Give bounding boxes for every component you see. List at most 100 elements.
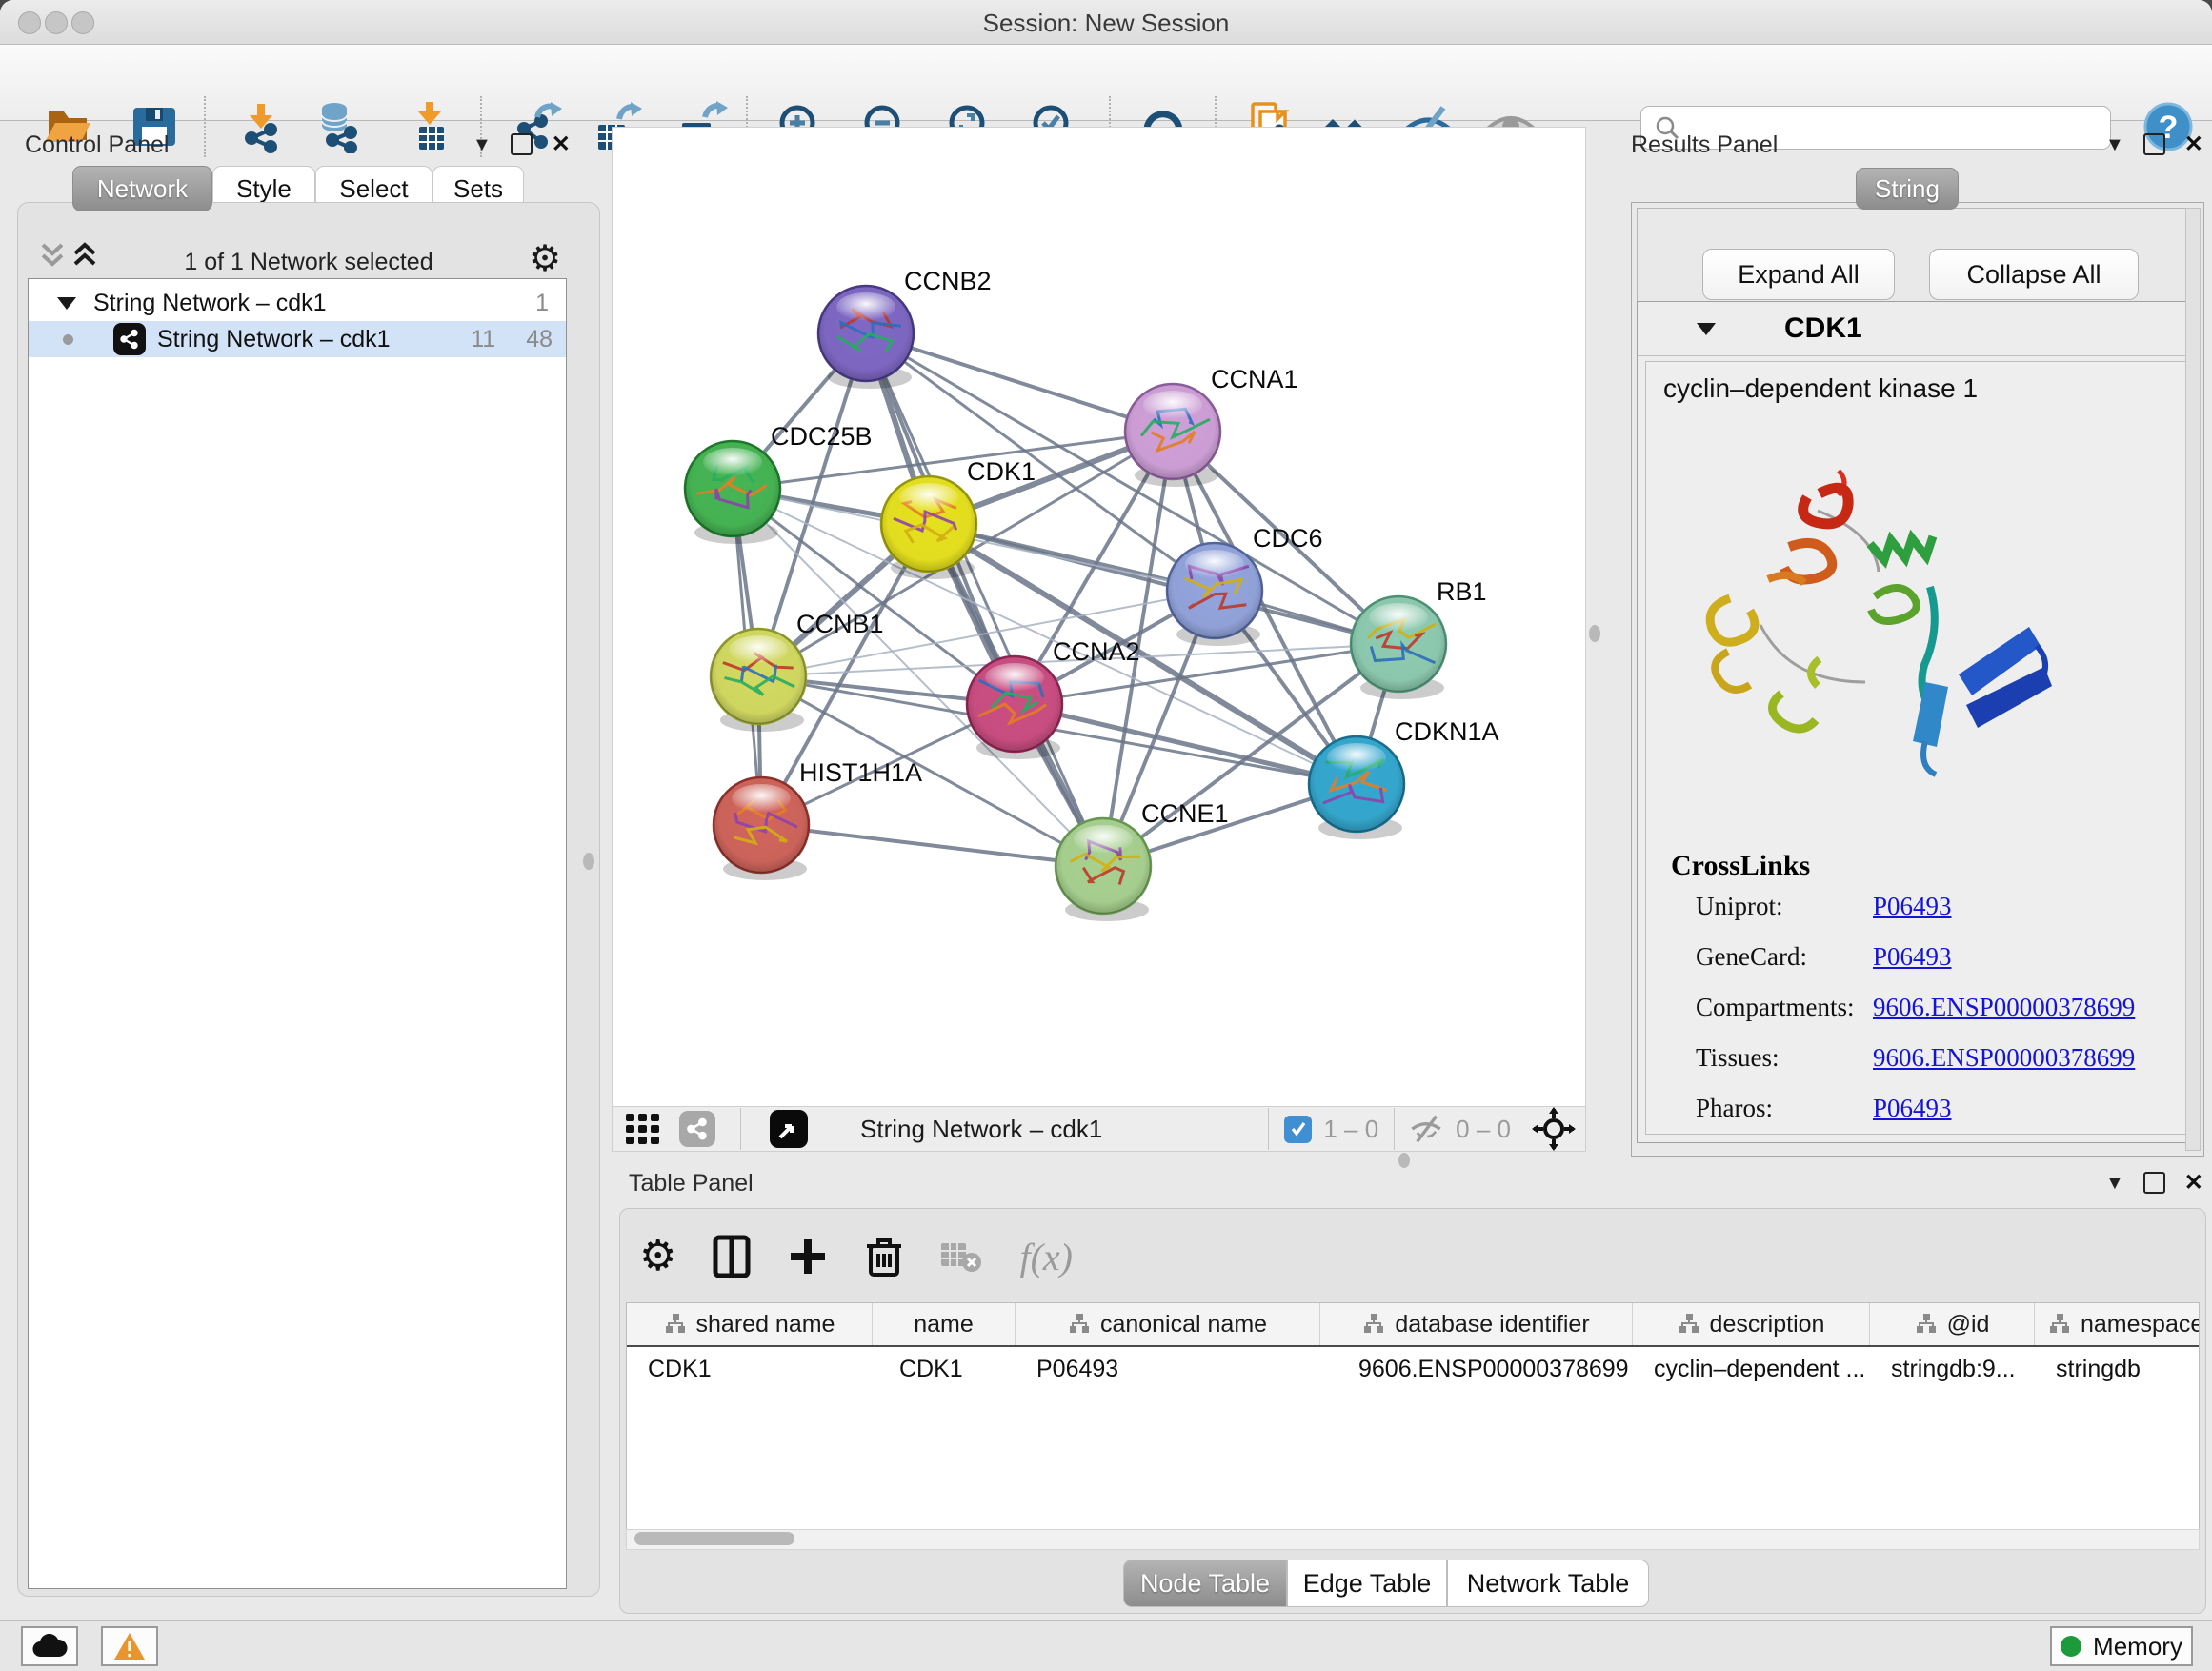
float-panel-icon[interactable] [2143,133,2165,155]
node-gloss [985,663,1044,692]
collapse-panel-icon[interactable]: ▼ [2105,1173,2124,1194]
node-label: CDC6 [1253,524,1323,553]
collapse-panel-icon[interactable]: ▼ [2105,134,2124,155]
tab-network[interactable]: Network [72,166,212,211]
node-gloss [1369,603,1428,632]
crosslink-label: Compartments: [1696,993,1854,1022]
crosslink-label: Uniprot: [1696,892,1783,921]
import-network-database-icon[interactable] [310,100,363,153]
window-title: Session: New Session [0,9,2212,38]
close-panel-icon[interactable]: ✕ [2184,134,2203,155]
crosslink-uniprot-link[interactable]: P06493 [1873,892,1952,921]
horizontal-splitter-handle[interactable] [1398,1153,1410,1168]
collapse-all-button[interactable]: Collapse All [1929,249,2139,300]
delete-column-trash-icon[interactable] [865,1235,903,1278]
node-table: shared name name canonical name database… [626,1302,2200,1533]
tab-edge-table[interactable]: Edge Table [1287,1560,1447,1607]
network-collection-row[interactable]: String Network – cdk1 1 [29,285,566,321]
node-gloss [899,483,958,512]
node-label: CCNB2 [904,267,992,295]
gene-caret-icon[interactable] [1697,323,1716,335]
expand-all-button[interactable]: Expand All [1702,249,1895,300]
network-options-gear-icon[interactable]: ⚙ [529,237,561,280]
network-view-canvas[interactable]: CCNB2CCNA1CDC25BCDK1CDC6RB1CCNB1CCNA2CDK… [612,127,1586,1108]
collapse-panel-icon[interactable]: ▼ [473,134,492,155]
column-type-icon [1678,1313,1700,1336]
crosslinks-title: CrossLinks [1671,850,1810,882]
column-header[interactable]: namespace [2035,1303,2200,1345]
node-label: CDK1 [967,457,1036,486]
float-panel-icon[interactable] [2143,1172,2165,1194]
scrollbar-thumb[interactable] [634,1532,794,1545]
table-panel-title: Table Panel [629,1170,754,1198]
network-edge-count: 48 [526,326,553,353]
add-column-icon[interactable] [787,1236,829,1278]
results-scrollbar[interactable] [2185,208,2201,1151]
memory-status-dot [2061,1636,2081,1657]
gene-section: CDK1 cyclin–dependent kinase 1 [1637,301,2197,1143]
status-bar: Memory [0,1620,2212,1671]
grid-view-icon[interactable] [624,1112,662,1146]
gene-name: CDK1 [1784,312,1862,345]
collection-caret-icon[interactable] [57,297,76,310]
column-header[interactable]: @id [1870,1303,2035,1345]
vertical-splitter-handle[interactable] [583,853,594,870]
column-type-icon [1915,1313,1938,1336]
column-header[interactable]: description [1633,1303,1870,1345]
gene-section-header[interactable]: CDK1 [1638,302,2196,356]
column-header[interactable]: database identifier [1320,1303,1633,1345]
tab-network-table[interactable]: Network Table [1447,1560,1649,1607]
gene-details: cyclin–dependent kinase 1 [1645,361,2186,1135]
import-network-file-icon[interactable] [234,100,288,153]
selected-counts: 1 – 0 [1323,1115,1378,1144]
gene-description: cyclin–dependent kinase 1 [1663,373,1978,404]
crosslink-label: Tissues: [1696,1043,1780,1073]
network-view-statusbar: String Network – cdk1 1 – 0 0 – 0 [612,1106,1586,1152]
column-header[interactable]: canonical name [1016,1303,1320,1345]
cloud-button[interactable] [21,1626,78,1666]
network-row[interactable]: String Network – cdk1 11 48 [29,321,566,357]
network-graph[interactable]: CCNB2CCNA1CDC25BCDK1CDC6RB1CCNB1CCNA2CDK… [613,128,1585,1107]
float-panel-icon[interactable] [511,133,533,155]
statusbar-separator [1268,1108,1269,1150]
network-edge[interactable] [929,524,1398,644]
collection-count: 1 [535,290,549,317]
table-row[interactable]: CDK1 CDK1 P06493 9606.ENSP00000378699 cy… [627,1347,2199,1391]
memory-button[interactable]: Memory [2050,1626,2193,1666]
close-panel-icon[interactable]: ✕ [2184,1173,2203,1194]
crosslink-label: Pharos: [1696,1094,1773,1123]
tab-string[interactable]: String [1856,168,1959,210]
table-options-gear-icon[interactable]: ⚙ [639,1236,676,1278]
main-toolbar: ? [0,45,2212,121]
column-type-icon [1362,1313,1385,1336]
vertical-splitter-handle[interactable] [1589,625,1600,642]
cloud-icon [31,1634,68,1659]
table-horizontal-scrollbar[interactable] [626,1529,2200,1550]
crosslink-compartments-link[interactable]: 9606.ENSP00000378699 [1873,993,2135,1022]
birds-eye-view-icon[interactable] [1532,1107,1576,1151]
function-builder-icon[interactable]: f(x) [1019,1235,1073,1279]
network-edge[interactable] [761,825,1103,866]
warnings-button[interactable] [101,1626,158,1666]
network-label: String Network – cdk1 [157,326,391,353]
import-table-file-icon[interactable] [403,100,456,153]
crosslink-tissues-link[interactable]: 9606.ENSP00000378699 [1873,1043,2135,1073]
crosslink-pharos-link[interactable]: P06493 [1873,1094,1952,1123]
collection-label: String Network – cdk1 [93,290,327,317]
column-header[interactable]: shared name [627,1303,873,1345]
network-tree: String Network – cdk1 1 String Network –… [28,278,567,1589]
selected-count-checkbox-icon[interactable] [1284,1116,1312,1143]
delete-table-icon[interactable] [939,1239,983,1274]
show-columns-icon[interactable] [713,1235,751,1278]
close-panel-icon[interactable]: ✕ [552,134,571,155]
open-in-new-window-icon[interactable] [770,1110,808,1148]
node-gloss [1143,391,1202,419]
network-node-count: 11 [471,326,495,353]
tab-node-table[interactable]: Node Table [1123,1560,1287,1607]
string-network-icon [113,323,146,355]
network-share-view-icon[interactable] [679,1111,715,1147]
hidden-count-eye-slash-icon[interactable] [1408,1114,1444,1144]
column-header[interactable]: name [873,1303,1016,1345]
crosslink-genecard-link[interactable]: P06493 [1873,942,1952,972]
statusbar-separator [1394,1108,1395,1150]
